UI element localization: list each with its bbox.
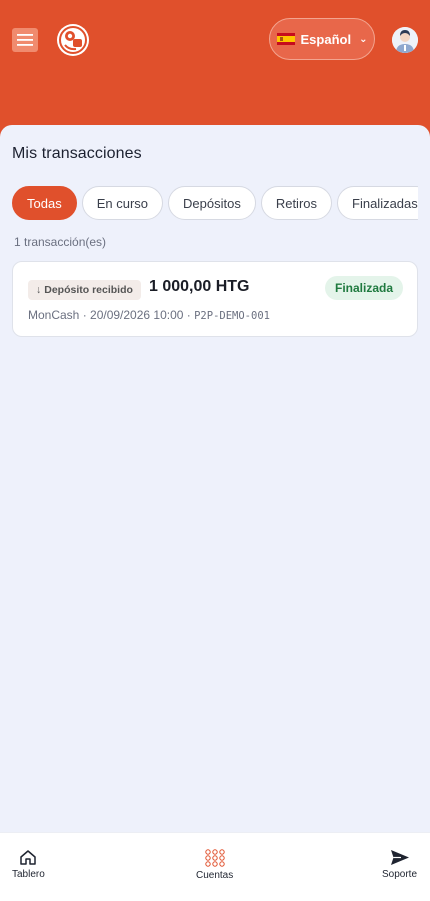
transaction-count: 1 transacción(es) bbox=[14, 235, 107, 249]
user-avatar-icon bbox=[392, 27, 418, 53]
chevron-down-icon: ⌄ bbox=[359, 33, 368, 45]
tab-en-curso[interactable]: En curso bbox=[81, 186, 164, 220]
transaction-card[interactable]: ↓ Depósito recibido 1 000,00 HTG Finaliz… bbox=[12, 261, 418, 337]
send-icon bbox=[390, 850, 409, 865]
nav-item-cuentas[interactable]: Cuentas bbox=[196, 849, 233, 881]
filter-tabs: Todas En curso Depósitos Retiros Finalizadas bbox=[12, 186, 418, 222]
transaction-meta: MonCash · 20/09/2026 10:00 · P2P-DEMO-00… bbox=[28, 308, 270, 322]
menu-icon bbox=[17, 34, 33, 46]
language-selector[interactable]: Español ⌄ bbox=[269, 18, 375, 60]
app-header: Español ⌄ bbox=[0, 0, 430, 140]
language-label: Español bbox=[300, 31, 352, 47]
page-title: Mis transacciones bbox=[12, 145, 142, 162]
status-badge: Finalizada bbox=[324, 276, 403, 300]
spain-flag-icon bbox=[276, 33, 295, 45]
nav-label-tablero: Tablero bbox=[12, 869, 45, 880]
main-content: Mis transacciones Todas En curso Depósitos… bbox=[0, 125, 430, 832]
nav-label-cuentas: Cuentas bbox=[196, 870, 234, 881]
user-avatar-button[interactable] bbox=[392, 27, 418, 53]
tab-retiros[interactable]: Retiros bbox=[260, 186, 333, 220]
tab-depositos[interactable]: Depósitos bbox=[168, 186, 256, 220]
grid-dots-icon bbox=[204, 849, 225, 867]
transaction-amount: 1 000,00 HTG bbox=[149, 278, 250, 295]
nav-item-tablero[interactable]: Tablero bbox=[12, 849, 45, 880]
tab-finalizadas[interactable]: Finalizadas bbox=[337, 186, 418, 220]
home-icon bbox=[20, 850, 37, 865]
arrow-down-icon: ↓ bbox=[36, 284, 42, 296]
bottom-navigation: Tablero Cuentas Soporte bbox=[0, 832, 430, 901]
nav-item-soporte[interactable]: Soporte bbox=[382, 849, 417, 880]
transaction-reference: P2P-DEMO-001 bbox=[194, 310, 270, 322]
transaction-type-badge: ↓ Depósito recibido bbox=[28, 280, 141, 300]
transaction-type-label: Depósito recibido bbox=[44, 284, 133, 296]
menu-button[interactable] bbox=[12, 28, 38, 52]
transaction-details: MonCash · 20/09/2026 10:00 · bbox=[28, 308, 195, 322]
nav-label-soporte: Soporte bbox=[382, 869, 418, 880]
brand-logo[interactable] bbox=[56, 23, 90, 57]
tab-todas[interactable]: Todas bbox=[12, 186, 77, 220]
